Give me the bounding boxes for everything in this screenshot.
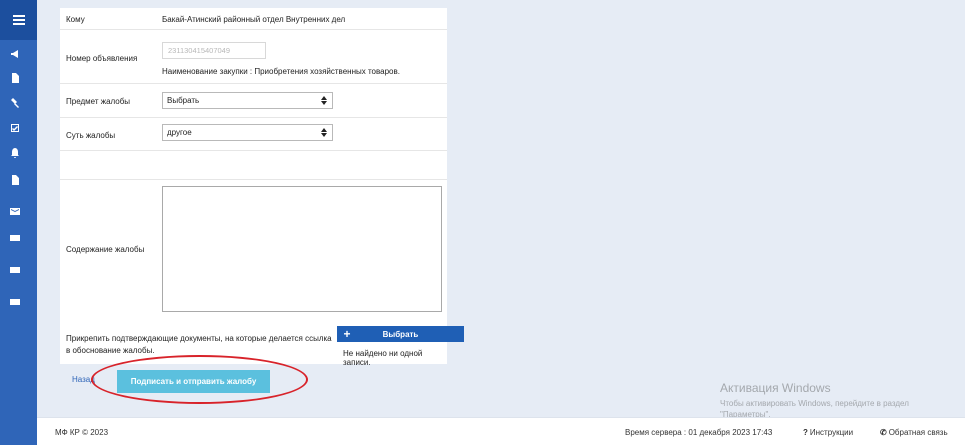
footer: МФ КР © 2023 Время сервера : 01 декабря … [37,417,965,445]
ad-number-field[interactable]: 231130415407049 [162,42,266,59]
subject-select-value: Выбрать [167,96,200,105]
file-icon[interactable] [9,174,21,186]
purchase-name: Наименование закупки : Приобретения хозя… [162,67,400,76]
essence-select-value: другое [167,128,192,137]
complaint-form: Кому Бакай-Атинский районный отдел Внутр… [60,8,464,367]
to-label: Кому [66,15,85,24]
question-icon: ? [803,428,808,437]
bell-icon[interactable] [9,147,21,159]
phone-icon: ✆ [880,428,887,437]
no-records-text: Не найдено ни одной записи. [343,349,423,367]
essence-select[interactable]: другое [162,124,333,141]
form-row-spacer [60,151,447,180]
help-label: Инструкции [809,428,854,437]
subject-label: Предмет жалобы [66,97,131,106]
attach-label: Прикрепить подтверждающие документы, на … [66,334,332,355]
megaphone-icon[interactable] [9,48,21,60]
sign-and-submit-button[interactable]: Подписать и отправить жалобу [117,370,270,393]
card-icon[interactable] [9,296,21,308]
content-textarea[interactable] [162,186,442,312]
plus-icon: + [343,327,351,341]
help-link[interactable]: ? Инструкции [803,428,853,437]
envelope-icon[interactable] [9,205,21,217]
back-link[interactable]: Назад [72,375,95,384]
checkbox-icon[interactable] [9,122,21,134]
ad-number-label: Номер объявления [66,54,138,63]
to-value: Бакай-Атинский районный отдел Внутренних… [162,15,346,24]
select-arrows-icon [321,128,327,138]
feedback-label: Обратная связь [888,428,948,437]
card-icon[interactable] [9,232,21,244]
watermark-title: Активация Windows [720,381,831,395]
windows-activation-watermark: Активация Windows Чтобы активировать Win… [720,381,950,420]
server-time: Время сервера : 01 декабря 2023 17:43 [625,428,773,437]
gavel-icon[interactable] [9,97,21,109]
document-icon[interactable] [9,72,21,84]
essence-label: Суть жалобы [66,131,116,140]
select-arrows-icon [321,96,327,106]
form-row-to: Кому Бакай-Атинский районный отдел Внутр… [60,8,447,30]
sidebar [0,0,37,445]
subject-select[interactable]: Выбрать [162,92,333,109]
content-label: Содержание жалобы [66,245,145,254]
copyright: МФ КР © 2023 [55,428,109,437]
card-icon[interactable] [9,264,21,276]
choose-file-label: Выбрать [382,329,419,339]
feedback-link[interactable]: ✆ Обратная связь [880,428,948,437]
hamburger-icon[interactable] [0,0,37,40]
choose-file-button[interactable]: + Выбрать [337,326,464,342]
